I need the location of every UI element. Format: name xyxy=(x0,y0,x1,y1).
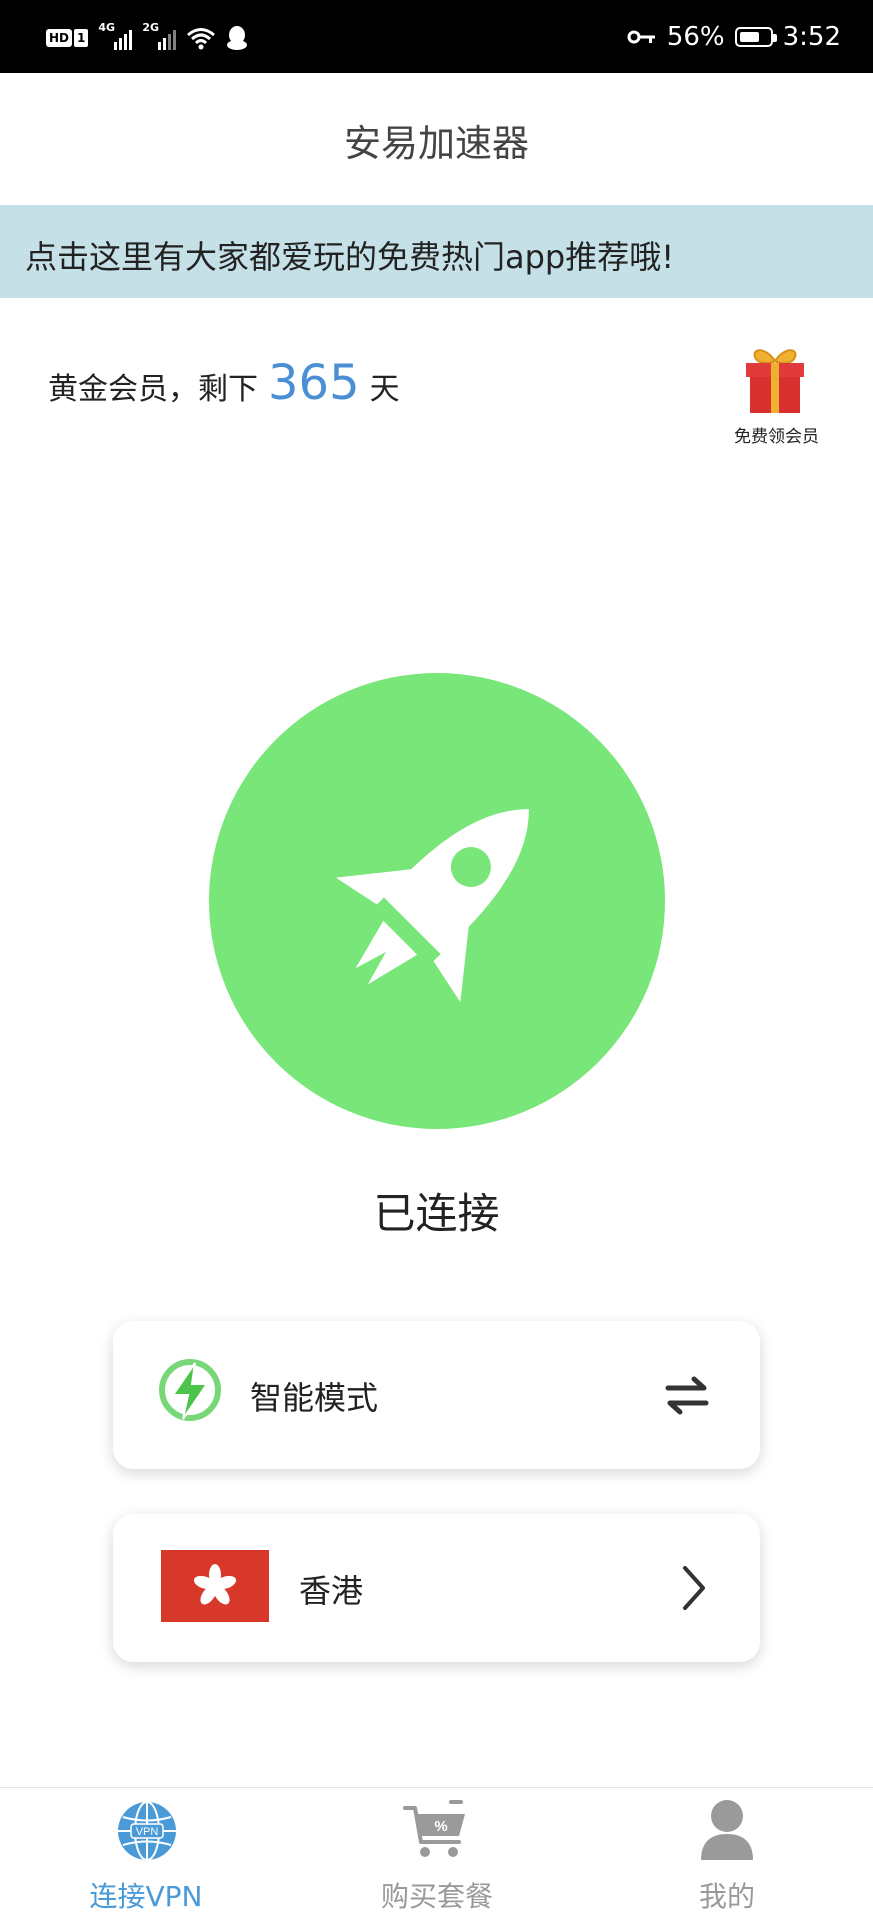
membership-suffix: 天 xyxy=(369,372,400,407)
promo-banner-text[interactable]: 点击这里有大家都爱玩的免费热门app推荐哦! xyxy=(25,232,674,278)
clock: 3:52 xyxy=(782,22,841,52)
mode-card[interactable]: 智能模式 xyxy=(113,1321,760,1469)
svg-text:VPN: VPN xyxy=(136,1826,159,1838)
membership-prefix: 黄金会员，剩下 xyxy=(48,372,258,407)
tab-connect-vpn[interactable]: VPN 连接VPN xyxy=(36,1788,256,1921)
lightning-icon xyxy=(159,1359,221,1421)
bottom-nav: VPN 连接VPN % 购买套餐 我的 xyxy=(0,1787,873,1921)
tab-buy-plan-label: 购买套餐 xyxy=(380,1880,493,1913)
status-right: 56% 3:52 xyxy=(627,20,841,54)
shopping-cart-icon: % xyxy=(403,1800,465,1857)
swap-arrows-icon[interactable] xyxy=(664,1375,710,1415)
tab-buy-plan[interactable]: % 购买套餐 xyxy=(327,1788,547,1921)
connect-button[interactable] xyxy=(209,673,665,1129)
region-label: 香港 xyxy=(299,1572,364,1610)
battery-percent: 56% xyxy=(666,22,725,52)
wifi-icon xyxy=(187,28,216,50)
signal-icon: 4G xyxy=(98,21,133,50)
hong-kong-flag xyxy=(161,1550,269,1622)
key-icon xyxy=(627,30,655,44)
gift-icon[interactable] xyxy=(742,345,808,413)
mode-label: 智能模式 xyxy=(250,1379,379,1417)
rocket-icon xyxy=(335,809,529,1003)
membership-days: 365 xyxy=(268,355,360,411)
signal-icon: 2G xyxy=(142,21,177,50)
qq-icon xyxy=(227,26,248,50)
battery-icon xyxy=(734,27,777,47)
free-membership-label[interactable]: 免费领会员 xyxy=(714,422,839,447)
page-title: 安易加速器 xyxy=(344,122,529,165)
tab-mine-label: 我的 xyxy=(698,1880,755,1913)
membership-info: 黄金会员，剩下 365 天 xyxy=(48,355,400,411)
connection-status: 已连接 xyxy=(373,1189,500,1238)
region-card[interactable]: 香港 xyxy=(113,1514,760,1662)
status-left: HD 1 4G 2G xyxy=(46,21,248,52)
tab-connect-vpn-label: 连接VPN xyxy=(89,1880,203,1913)
chevron-right-icon[interactable] xyxy=(679,1564,709,1612)
user-icon xyxy=(701,1800,753,1860)
tab-mine[interactable]: 我的 xyxy=(617,1788,837,1921)
svg-text:%: % xyxy=(434,1818,447,1835)
status-bar: HD 1 4G 2G 56% 3:52 xyxy=(0,0,873,73)
hd-indicator: HD 1 xyxy=(46,29,89,47)
vpn-globe-icon: VPN xyxy=(118,1801,176,1861)
